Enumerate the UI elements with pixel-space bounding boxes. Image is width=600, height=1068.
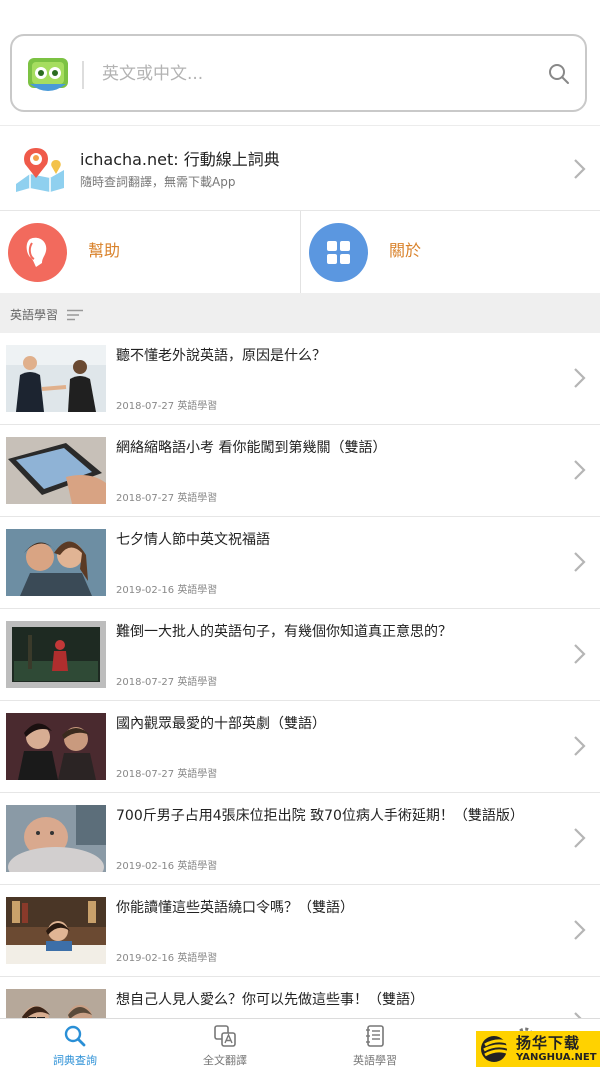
article-meta: 2018-07-27 英語學習 [116,673,217,688]
chevron-right-icon [572,643,586,665]
article-date: 2018-07-27 [116,769,175,780]
search-bar [10,34,587,112]
article-category: 英語學習 [177,861,218,872]
tab-label: 全文翻譯 [203,1054,247,1067]
article-item[interactable]: 你能讀懂這些英語繞口令嗎？（雙語） 2019-02-16 英語學習 [0,885,600,977]
article-date: 2018-07-27 [116,493,175,504]
chevron-right-icon [572,919,586,941]
article-thumbnail [6,713,106,780]
promo-subtitle: 隨時查詞翻譯，無需下載App [80,175,236,189]
tab-label: 英語學習 [353,1054,397,1067]
watermark-logo [479,1034,513,1064]
article-date: 2019-02-16 [116,861,175,872]
chevron-right-icon [572,1011,586,1018]
article-thumbnail [6,989,106,1018]
article-thumbnail [6,529,106,596]
article-category: 英語學習 [177,677,218,688]
about-button[interactable]: 關於 [300,211,600,293]
search-divider [82,61,84,89]
help-icon [8,223,67,282]
map-pin-icon [12,144,68,194]
article-date: 2018-07-27 [116,677,175,688]
article-category: 英語學習 [177,769,218,780]
help-label: 幫助 [88,241,121,260]
promo-title: ichacha.net: 行動線上詞典 [80,150,280,169]
chevron-right-icon [572,735,586,757]
article-thumbnail [6,805,106,872]
help-button[interactable]: 幫助 [0,211,300,293]
promo-banner[interactable]: ichacha.net: 行動線上詞典 隨時查詞翻譯，無需下載App [0,125,600,210]
app-logo [26,54,70,94]
chevron-right-icon [572,158,586,180]
header [0,0,600,125]
section-title: 英語學習 [10,308,59,322]
article-title: 700斤男子占用4張床位拒出院 致70位病人手術延期！（雙語版） [116,808,524,824]
search-icon[interactable] [547,62,571,86]
sort-icon[interactable] [67,306,83,321]
notebook-icon [363,1024,387,1048]
article-item[interactable]: 難倒一大批人的英語句子，有幾個你知道真正意思的？ 2018-07-27 英語學習 [0,609,600,701]
article-meta: 2019-02-16 英語學習 [116,949,217,964]
tab-label: 詞典查詢 [53,1054,97,1067]
translate-icon [213,1024,237,1048]
article-title: 七夕情人節中英文祝福語 [116,532,270,548]
article-meta: 2019-02-16 英語學習 [116,857,217,872]
watermark-url: YANGHUA.NET [516,1052,597,1063]
article-title: 國內觀眾最愛的十部英劇（雙語） [116,716,326,732]
article-category: 英語學習 [177,401,218,412]
article-item[interactable]: 國內觀眾最愛的十部英劇（雙語） 2018-07-27 英語學習 [0,701,600,793]
article-item[interactable]: 700斤男子占用4張床位拒出院 致70位病人手術延期！（雙語版） 2019-02… [0,793,600,885]
article-category: 英語學習 [177,953,218,964]
tab-english-learning[interactable]: 英語學習 [300,1019,450,1068]
chevron-right-icon [572,827,586,849]
article-thumbnail [6,621,106,688]
tab-dictionary[interactable]: 詞典查詢 [0,1019,150,1068]
article-list: 聽不懂老外說英語，原因是什么？ 2018-07-27 英語學習 網絡縮略語小考 … [0,333,600,1018]
article-meta: 2018-07-27 英語學習 [116,397,217,412]
search-icon [63,1024,87,1048]
article-thumbnail [6,345,106,412]
quick-actions: 幫助 關於 [0,210,600,294]
watermark-text: 扬华下载 [516,1034,581,1052]
grid-icon [309,223,368,282]
article-category: 英語學習 [177,585,218,596]
article-thumbnail [6,437,106,504]
watermark: 扬华下载 YANGHUA.NET [476,1031,600,1067]
article-title: 難倒一大批人的英語句子，有幾個你知道真正意思的？ [116,624,452,640]
article-item[interactable]: 想自己人見人愛么？你可以先做這些事！（雙語） [0,977,600,1018]
article-meta: 2019-02-16 英語學習 [116,581,217,596]
article-date: 2018-07-27 [116,401,175,412]
chevron-right-icon [572,367,586,389]
tab-translate[interactable]: 全文翻譯 [150,1019,300,1068]
article-title: 你能讀懂這些英語繞口令嗎？（雙語） [116,900,354,916]
article-thumbnail [6,897,106,964]
article-item[interactable]: 網絡縮略語小考 看你能闖到第幾關（雙語） 2018-07-27 英語學習 [0,425,600,517]
section-header: 英語學習 [0,293,600,333]
article-title: 想自己人見人愛么？你可以先做這些事！（雙語） [116,992,424,1008]
article-meta: 2018-07-27 英語學習 [116,765,217,780]
article-item[interactable]: 七夕情人節中英文祝福語 2019-02-16 英語學習 [0,517,600,609]
article-title: 聽不懂老外說英語，原因是什么？ [116,348,326,364]
chevron-right-icon [572,551,586,573]
article-date: 2019-02-16 [116,953,175,964]
article-title: 網絡縮略語小考 看你能闖到第幾關（雙語） [116,440,387,456]
chevron-right-icon [572,459,586,481]
search-input[interactable] [102,56,522,92]
article-category: 英語學習 [177,493,218,504]
article-meta: 2018-07-27 英語學習 [116,489,217,504]
article-item[interactable]: 聽不懂老外說英語，原因是什么？ 2018-07-27 英語學習 [0,333,600,425]
article-date: 2019-02-16 [116,585,175,596]
about-label: 關於 [389,241,422,260]
